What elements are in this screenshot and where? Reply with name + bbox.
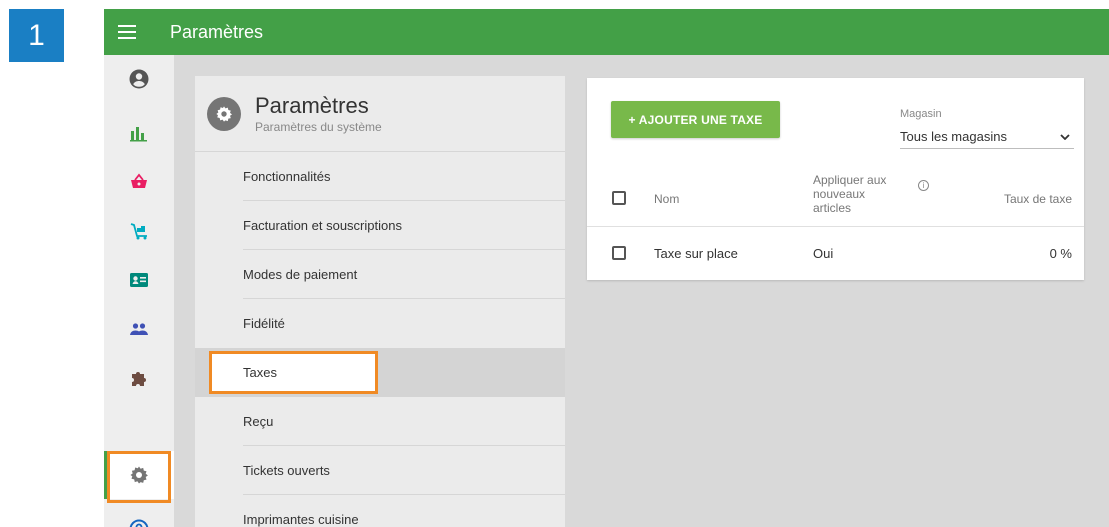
store-filter-label: Magasin	[900, 108, 942, 120]
settings-avatar	[207, 96, 241, 131]
settings-item-taxes[interactable]: Taxes	[195, 348, 565, 397]
store-select[interactable]: Tous les magasins	[900, 125, 1074, 149]
settings-menu: Fonctionnalités Facturation et souscript…	[195, 152, 565, 527]
employee-badge-icon	[130, 273, 148, 287]
bar-chart-icon	[130, 127, 147, 142]
nav-item-account[interactable]	[104, 55, 174, 103]
step-number-badge: 1	[9, 9, 64, 62]
nav-item-reports[interactable]	[104, 109, 174, 157]
nav-item-customers[interactable]	[104, 305, 174, 353]
account-circle-icon	[129, 69, 149, 89]
settings-item-label: Modes de paiement	[243, 267, 358, 282]
store-select-value: Tous les magasins	[900, 129, 1007, 144]
help-icon	[129, 519, 149, 527]
app-window: Paramètres Paramètres Paramètres du syst…	[104, 9, 1109, 527]
column-header-apply: Appliquer aux nouveaux articles	[813, 173, 887, 215]
settings-item-label: Facturation et souscriptions	[243, 218, 402, 233]
page-title: Paramètres	[170, 21, 264, 42]
settings-subtitle: Paramètres du système	[255, 120, 382, 134]
settings-title: Paramètres	[255, 93, 369, 118]
nav-item-inventory[interactable]	[104, 207, 174, 255]
settings-item-label: Fonctionnalités	[243, 169, 331, 184]
settings-item-open-tickets[interactable]: Tickets ouverts	[195, 446, 565, 495]
settings-panel: Paramètres Paramètres du système Fonctio…	[195, 76, 565, 527]
row-checkbox[interactable]	[612, 246, 626, 260]
settings-item-label: Reçu	[243, 414, 274, 429]
divider	[587, 226, 1084, 227]
highlight-box	[209, 351, 378, 394]
settings-item-label: Tickets ouverts	[243, 463, 330, 478]
select-all-checkbox[interactable]	[612, 191, 626, 205]
gear-icon	[216, 105, 233, 122]
settings-item-payment-types[interactable]: Modes de paiement	[195, 250, 565, 299]
settings-header: Paramètres Paramètres du système	[195, 76, 565, 152]
top-app-bar: Paramètres	[104, 9, 1109, 55]
settings-item-label: Imprimantes cuisine	[243, 512, 359, 527]
nav-item-integrations[interactable]	[104, 354, 174, 402]
settings-item-billing[interactable]: Facturation et souscriptions	[195, 201, 565, 250]
settings-item-label: Taxes	[243, 365, 277, 380]
settings-item-kitchen-printers[interactable]: Imprimantes cuisine	[195, 495, 565, 527]
taxes-card: + AJOUTER UNE TAXE Magasin Tous les maga…	[587, 78, 1084, 280]
inventory-cart-icon	[130, 223, 147, 240]
store-filter: Magasin Tous les magasins	[900, 108, 1074, 149]
tax-name-cell[interactable]: Taxe sur place	[654, 246, 738, 261]
nav-item-sales[interactable]	[104, 158, 174, 206]
info-icon[interactable]: i	[918, 180, 929, 191]
tax-rate-cell: 0 %	[1049, 246, 1072, 261]
settings-item-loyalty[interactable]: Fidélité	[195, 299, 565, 348]
gear-icon	[130, 466, 148, 484]
puzzle-icon	[132, 372, 146, 386]
hamburger-menu-icon	[118, 25, 136, 39]
customers-icon	[130, 323, 148, 335]
tax-apply-cell: Oui	[813, 246, 834, 261]
nav-item-employees[interactable]	[104, 256, 174, 304]
column-header-tax-rate: Taux de taxe	[1003, 192, 1072, 206]
menu-button[interactable]	[104, 9, 150, 55]
add-tax-button[interactable]: + AJOUTER UNE TAXE	[611, 101, 780, 138]
shopping-basket-icon	[131, 173, 147, 188]
navigation-rail	[104, 55, 174, 527]
nav-item-settings[interactable]	[104, 451, 174, 503]
nav-item-help[interactable]	[104, 505, 174, 527]
settings-item-label: Fidélité	[243, 316, 285, 331]
settings-item-receipt[interactable]: Reçu	[195, 397, 565, 446]
chevron-down-icon	[1060, 133, 1070, 140]
column-header-name: Nom	[654, 192, 680, 206]
settings-item-features[interactable]: Fonctionnalités	[195, 152, 565, 201]
